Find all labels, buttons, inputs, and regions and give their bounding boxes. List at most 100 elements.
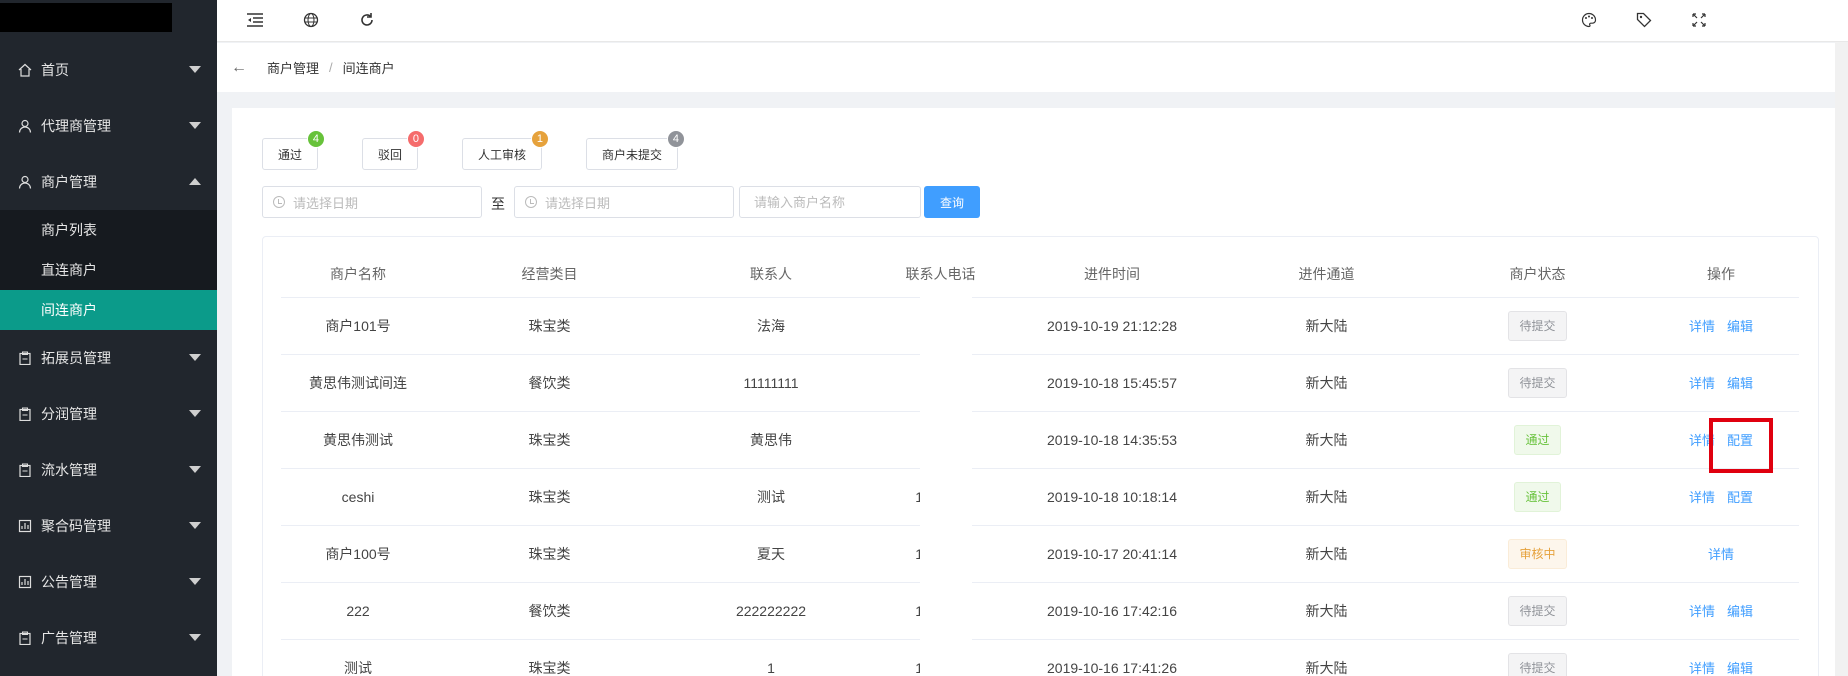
sidebar-item-0[interactable]: 首页	[0, 42, 217, 98]
sidebar: 首页代理商管理商户管理商户列表 直连商户 间连商户 拓展员管理 分润管理 流水管理 聚合码管…	[0, 0, 217, 676]
clipboard-icon	[17, 630, 33, 646]
end-date-input[interactable]: 请选择日期	[514, 186, 734, 218]
cell-channel: 新大陆	[1221, 354, 1432, 412]
cell-contact: 1	[664, 639, 878, 676]
table-row: ceshi珠宝类测试159 5782019-10-18 10:18:14新大陆通…	[281, 468, 1799, 526]
caret-down-icon	[189, 410, 201, 417]
filter-not-submitted-count: 4	[666, 130, 685, 148]
cell-actions: 详情 编辑	[1643, 639, 1799, 676]
topbar	[217, 0, 1848, 42]
sidebar-subitem-0[interactable]: 商户列表	[0, 210, 217, 250]
table-row: 黄思伟测试间连餐饮类1111111113 3422019-10-18 15:45…	[281, 354, 1799, 412]
cell-category: 餐饮类	[435, 582, 664, 640]
cell-status: 待提交	[1432, 582, 1643, 640]
column-header: 商户名称	[281, 252, 435, 298]
status-badge: 待提交	[1508, 652, 1567, 676]
merchant-name-input[interactable]	[739, 186, 921, 218]
edit-link[interactable]: 编辑	[1727, 661, 1753, 676]
cell-category: 珠宝类	[435, 297, 664, 355]
sidebar-subitem-1[interactable]: 直连商户	[0, 250, 217, 290]
cell-time: 2019-10-19 21:12:28	[1003, 297, 1221, 355]
clipboard-icon	[17, 462, 33, 478]
breadcrumb: ← 商户管理 / 间连商户	[217, 43, 1848, 92]
cell-contact: 测试	[664, 468, 878, 526]
caret-down-icon	[189, 578, 201, 585]
filter-reject-button[interactable]: 驳回 0	[362, 130, 425, 170]
edit-link[interactable]: 编辑	[1727, 604, 1753, 619]
palette-icon[interactable]	[1577, 8, 1601, 32]
chart-icon	[17, 518, 33, 534]
detail-link[interactable]: 详情	[1689, 661, 1715, 676]
detail-link[interactable]: 详情	[1689, 376, 1715, 391]
status-badge: 审核中	[1508, 538, 1567, 569]
query-button[interactable]: 查询	[924, 186, 980, 218]
breadcrumb-item-current: 间连商户	[342, 61, 395, 76]
start-date-input[interactable]: 请选择日期	[262, 186, 482, 218]
cell-channel: 新大陆	[1221, 411, 1432, 469]
column-header: 商户状态	[1432, 252, 1643, 298]
sidebar-item-5[interactable]: 流水管理	[0, 442, 217, 498]
clipboard-icon	[17, 350, 33, 366]
back-arrow-icon[interactable]: ←	[231, 59, 247, 77]
status-badge: 通过	[1514, 424, 1561, 455]
sidebar-item-3[interactable]: 拓展员管理	[0, 330, 217, 386]
sidebar-item-1[interactable]: 代理商管理	[0, 98, 217, 154]
sidebar-subitem-2[interactable]: 间连商户	[0, 290, 217, 330]
logo	[0, 3, 172, 32]
sidebar-item-label: 代理商管理	[41, 118, 111, 134]
cell-time: 2019-10-18 10:18:14	[1003, 468, 1221, 526]
sidebar-item-label: 首页	[41, 62, 69, 78]
column-header: 联系人	[664, 252, 878, 298]
column-header: 进件时间	[1003, 252, 1221, 298]
edit-link[interactable]: 编辑	[1727, 319, 1753, 334]
filter-manual-review-button[interactable]: 人工审核 1	[462, 130, 549, 170]
sidebar-item-7[interactable]: 公告管理	[0, 554, 217, 610]
breadcrumb-item-parent[interactable]: 商户管理	[267, 58, 319, 77]
cell-name: 商户101号	[281, 297, 435, 355]
cell-category: 珠宝类	[435, 525, 664, 583]
menu-fold-icon[interactable]	[243, 8, 267, 32]
cell-time: 2019-10-18 15:45:57	[1003, 354, 1221, 412]
status-badge: 待提交	[1508, 310, 1567, 341]
detail-link[interactable]: 详情	[1689, 604, 1715, 619]
config-link[interactable]: 配置	[1727, 490, 1753, 505]
sidebar-item-label: 商户管理	[41, 174, 97, 190]
cell-channel: 新大陆	[1221, 582, 1432, 640]
detail-link[interactable]: 详情	[1689, 490, 1715, 505]
filter-pass-button[interactable]: 通过 4	[262, 130, 325, 170]
cell-channel: 新大陆	[1221, 297, 1432, 355]
filter-not-submitted-button[interactable]: 商户未提交 4	[586, 130, 685, 170]
sidebar-item-8[interactable]: 广告管理	[0, 610, 217, 666]
globe-icon[interactable]	[299, 8, 323, 32]
detail-link[interactable]: 详情	[1689, 319, 1715, 334]
cell-category: 珠宝类	[435, 639, 664, 676]
cell-contact: 222222222	[664, 582, 878, 640]
column-header: 经营类目	[435, 252, 664, 298]
sidebar-item-2[interactable]: 商户管理	[0, 154, 217, 210]
start-date-placeholder: 请选择日期	[293, 195, 359, 211]
date-range-separator: 至	[491, 196, 505, 212]
status-badge: 待提交	[1508, 595, 1567, 626]
sidebar-item-6[interactable]: 聚合码管理	[0, 498, 217, 554]
table-row: 222餐饮类222222222130 3452019-10-16 17:42:1…	[281, 582, 1799, 640]
detail-link[interactable]: 详情	[1708, 547, 1734, 562]
clock-icon	[525, 196, 537, 208]
column-header: 联系人电话	[878, 252, 1003, 298]
tag-icon[interactable]	[1632, 8, 1656, 32]
status-badge: 待提交	[1508, 367, 1567, 398]
cell-channel: 新大陆	[1221, 525, 1432, 583]
cell-category: 餐饮类	[435, 354, 664, 412]
refresh-icon[interactable]	[355, 8, 379, 32]
sidebar-item-4[interactable]: 分润管理	[0, 386, 217, 442]
cell-contact: 11111111	[664, 354, 878, 412]
scrollbar[interactable]	[1835, 42, 1848, 676]
edit-link[interactable]: 编辑	[1727, 376, 1753, 391]
cell-status: 通过	[1432, 468, 1643, 526]
caret-down-icon	[189, 66, 201, 73]
cell-time: 2019-10-16 17:41:26	[1003, 639, 1221, 676]
cell-time: 2019-10-16 17:42:16	[1003, 582, 1221, 640]
fullscreen-icon[interactable]	[1687, 8, 1711, 32]
cell-status: 待提交	[1432, 639, 1643, 676]
cell-name: 商户100号	[281, 525, 435, 583]
caret-down-icon	[189, 466, 201, 473]
